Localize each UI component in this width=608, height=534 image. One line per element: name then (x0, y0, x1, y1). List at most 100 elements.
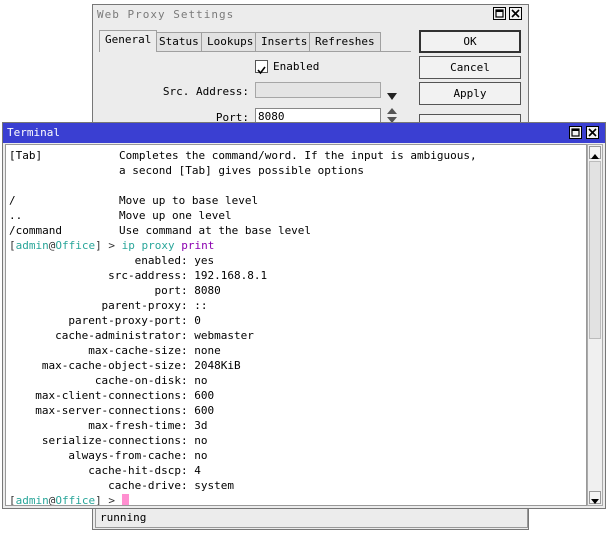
output-value: 192.168.8.1 (194, 269, 268, 282)
output-value: 4 (194, 464, 201, 477)
src-address-label: Src. Address: (162, 85, 249, 98)
output-value: no (194, 434, 208, 447)
output-value: 3d (194, 419, 208, 432)
enabled-label: Enabled (273, 60, 320, 73)
help-line: .. Move up one level (9, 208, 232, 223)
terminal-close-button[interactable] (586, 126, 599, 139)
tab-status[interactable]: Status (153, 32, 205, 51)
close-icon (588, 128, 597, 137)
output-row: max-client-connections: 600 (9, 388, 214, 403)
output-value: no (194, 449, 208, 462)
prompt-user: admin (15, 239, 49, 252)
src-address-dropdown-arrow[interactable] (387, 86, 397, 105)
tab-lookups[interactable]: Lookups (201, 32, 260, 51)
output-row: cache-administrator: webmaster (9, 328, 254, 343)
help-description: Move up to base level (119, 194, 259, 207)
output-value: no (194, 374, 208, 387)
help-line: a second [Tab] gives possible options (9, 163, 364, 178)
output-value: 600 (194, 404, 215, 417)
triangle-down-icon (591, 499, 599, 504)
help-line: [Tab] Completes the command/word. If the … (9, 148, 477, 163)
output-key: cache-on-disk (94, 374, 181, 387)
output-row: port: 8080 (9, 283, 221, 298)
output-row: src-address: 192.168.8.1 (9, 268, 267, 283)
output-value: none (194, 344, 221, 357)
output-key: max-cache-object-size (41, 359, 181, 372)
input-prompt-line[interactable]: [admin@Office] > (9, 493, 129, 506)
output-row: max-cache-object-size: 2048KiB (9, 358, 241, 373)
help-key: .. (9, 209, 23, 222)
help-line (9, 178, 119, 193)
output-row: serialize-connections: no (9, 433, 208, 448)
window-title: Web Proxy Settings (97, 8, 235, 21)
maximize-button[interactable] (493, 7, 506, 20)
output-key: max-fresh-time (88, 419, 181, 432)
output-row: parent-proxy-port: 0 (9, 313, 200, 328)
output-row: cache-drive: system (9, 478, 234, 493)
command-name: print (181, 239, 215, 252)
output-key: cache-hit-dscp (88, 464, 181, 477)
prompt-user: admin (15, 494, 49, 506)
terminal-scrollbar[interactable] (587, 144, 603, 506)
scroll-up-button[interactable] (589, 146, 601, 159)
output-row: enabled: yes (9, 253, 214, 268)
help-description: Use command at the base level (119, 224, 312, 237)
output-key: max-cache-size (88, 344, 181, 357)
text-cursor (121, 494, 129, 505)
close-button[interactable] (509, 7, 522, 20)
command-line: [admin@Office] > ip proxy print (9, 239, 215, 252)
tab-refreshes[interactable]: Refreshes (309, 32, 381, 51)
tab-inserts[interactable]: Inserts (255, 32, 314, 51)
output-key: cache-administrator (55, 329, 181, 342)
output-value: 600 (194, 389, 215, 402)
enabled-checkbox[interactable] (255, 60, 268, 75)
close-icon (511, 9, 520, 18)
output-row: cache-on-disk: no (9, 373, 208, 388)
output-row: always-from-cache: no (9, 448, 208, 463)
help-key: [Tab] (9, 149, 43, 162)
output-key: max-client-connections (35, 389, 181, 402)
command-path: ip proxy (121, 239, 175, 252)
help-key: / (9, 194, 16, 207)
help-description: Completes the command/word. If the input… (119, 149, 477, 162)
ok-button[interactable]: OK (419, 30, 521, 53)
help-description: a second [Tab] gives possible options (119, 164, 365, 177)
output-value: 2048KiB (194, 359, 241, 372)
output-key: enabled (134, 254, 181, 267)
output-key: max-server-connections (35, 404, 181, 417)
cancel-button[interactable]: Cancel (419, 56, 521, 79)
output-key: port (154, 284, 182, 297)
output-value: yes (194, 254, 215, 267)
output-key: cache-drive (108, 479, 181, 492)
output-value: system (194, 479, 234, 492)
scroll-thumb[interactable] (589, 161, 601, 339)
maximize-icon (571, 128, 580, 137)
output-row: cache-hit-dscp: 4 (9, 463, 201, 478)
src-address-input[interactable] (255, 82, 381, 98)
help-key: /command (9, 224, 62, 237)
prompt-host: Office (55, 494, 96, 506)
terminal-title: Terminal (3, 123, 605, 143)
prompt-host: Office (55, 239, 96, 252)
help-description: Move up one level (119, 209, 232, 222)
apply-button[interactable]: Apply (419, 82, 521, 105)
output-value: :: (194, 299, 208, 312)
terminal-screen[interactable]: [Tab] Completes the command/word. If the … (5, 144, 587, 506)
help-line: / Move up to base level (9, 193, 258, 208)
maximize-icon (495, 9, 504, 18)
output-key: parent-proxy-port (68, 314, 181, 327)
output-row: parent-proxy: :: (9, 298, 208, 313)
terminal-maximize-button[interactable] (569, 126, 582, 139)
checkmark-icon (257, 66, 266, 75)
output-key: src-address (108, 269, 181, 282)
triangle-down-icon (387, 93, 397, 100)
output-row: max-cache-size: none (9, 343, 221, 358)
output-value: 8080 (194, 284, 221, 297)
tab-general[interactable]: General (99, 30, 158, 52)
scroll-down-button[interactable] (589, 491, 601, 504)
general-panel: Enabled Src. Address: Port: 8080 (99, 51, 411, 132)
output-key: always-from-cache (68, 449, 181, 462)
output-key: serialize-connections (41, 434, 181, 447)
output-key: parent-proxy (101, 299, 181, 312)
output-row: max-server-connections: 600 (9, 403, 214, 418)
